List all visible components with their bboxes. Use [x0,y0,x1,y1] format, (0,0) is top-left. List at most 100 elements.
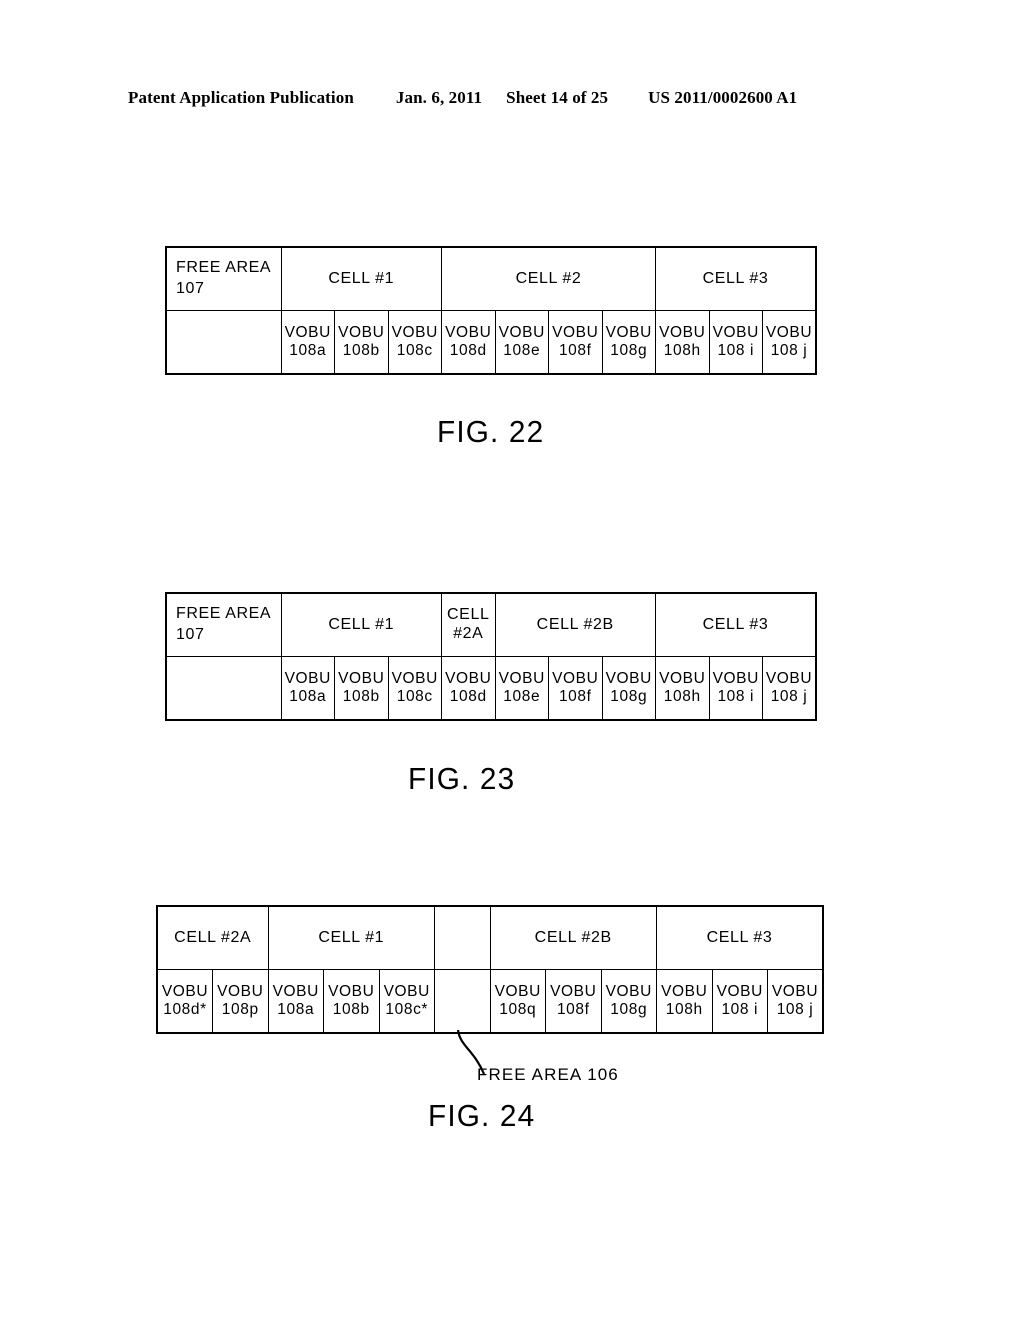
vobu-cell-108c: VOBU108c* [378,969,435,1034]
figure-22-caption: FIG. 22 [437,414,545,449]
cell-header-cell-3: CELL #3 [656,905,824,970]
header-patent-number: US 2011/0002600 A1 [648,88,798,107]
vobu-cell-108b: VOBU 108b [323,969,380,1034]
figure-22-table: FREE AREA 107 CELL #1 CELL #2 CELL #3 VOBU 108… [165,246,817,375]
vobu-id: 108q [498,1001,538,1020]
vobu-label: VOBU [716,982,763,1000]
free-area-107-body [165,310,282,375]
vobu-id: 108e [502,688,542,707]
vobu-id: 108p [220,1001,260,1020]
vobu-id: 108g [610,342,648,359]
vobu-id: 108h [663,688,701,705]
free-area-107-header: FREE AREA 107 [165,592,282,657]
vobu-label: VOBU [661,982,708,1000]
vobu-id: 108b [342,688,380,705]
vobu-id: 108c* [384,1001,430,1020]
vobu-label: VOBU [391,323,438,341]
vobu-cell-108b: VOBU 108b [334,656,389,721]
header-publication: Patent Application Publication [128,88,354,107]
vobu-label: VOBU [605,323,652,341]
vobu-cell-108h: VOBU 108h [655,656,710,721]
vobu-id: 108f [558,688,592,705]
vobu-id: 108g [610,1001,648,1018]
vobu-label: VOBU [765,323,813,341]
figure-24: CELL #2A CELL #1 CELL #2B CELL #3 VOBU108d* V… [156,905,824,1034]
cell-header-row: CELL #2A CELL #1 CELL #2B CELL #3 [156,905,824,970]
vobu-label: VOBU [605,669,652,687]
vobu-id: 108 i [717,342,755,359]
vobu-cell-108d: VOBU108d [441,656,496,721]
vobu-cell-108a: VOBU 108a [280,656,335,721]
vobu-label: VOBU [712,669,759,687]
vobu-label: VOBU [550,982,597,1000]
vobu-id: 108 j [776,1001,814,1018]
vobu-cell-108i: VOBU 108 i [711,969,768,1034]
vobu-label: VOBU [445,323,492,341]
vobu-id: 108d [448,688,488,707]
figure-24-caption: FIG. 24 [428,1098,536,1133]
vobu-id: 108f [558,342,592,359]
page-header: Patent Application Publication Jan. 6, 2… [128,88,896,108]
vobu-label: VOBU [765,669,813,687]
vobu-id: 108d* [162,1001,208,1020]
vobu-cell-108c: VOBU108c [387,310,442,375]
vobu-label: VOBU [328,982,375,1000]
vobu-cell-108a: VOBU 108a [267,969,324,1034]
vobu-label: VOBU [284,669,331,687]
header-sheet: Sheet 14 of 25 [506,88,609,107]
header-date: Jan. 6, 2011 [395,88,483,107]
vobu-id: 108 i [721,1001,759,1018]
vobu-cell-108p: VOBU108p [212,969,269,1034]
cell-header-cell-3: CELL #3 [655,246,817,311]
vobu-label: VOBU [552,323,599,341]
vobu-id: 108a [289,342,327,359]
vobu-label: VOBU [498,323,545,341]
vobu-cell-108g: VOBU 108g [601,656,656,721]
vobu-id: 108c [395,688,434,707]
vobu-label: VOBU [497,669,546,688]
vobu-label: VOBU [390,669,439,688]
cell-header-row: FREE AREA 107 CELL #1 CELL #2A CELL #2B CELL #… [165,592,817,657]
vobu-cell-108j: VOBU 108 j [767,969,824,1034]
vobu-row: VOBU108aVOBU108bVOBU108cVOBU108dVOBU108e… [165,310,817,375]
vobu-id: 108d [449,342,487,359]
cell-header-line: #2A [453,625,484,642]
vobu-id: 108b [342,342,380,359]
vobu-id: 108f [556,1001,590,1018]
vobu-id: 108h [665,1001,703,1018]
figure-23: FREE AREA 107 CELL #1 CELL #2A CELL #2B CELL #… [165,592,817,721]
vobu-label: VOBU [771,982,819,1000]
cell-header-cell-2a: CELL #2A [441,592,496,657]
vobu-cell-108f: VOBU 108f [548,310,603,375]
vobu-cell-108q: VOBU108q [489,969,546,1034]
vobu-label: VOBU [216,982,265,1001]
vobu-id: 108c [396,342,433,359]
vobu-label: VOBU [272,982,319,1000]
vobu-label: VOBU [284,323,331,341]
vobu-id: 108 i [717,688,755,705]
vobu-row: VOBU108aVOBU108bVOBU108cVOBU108dVOBU108e… [165,656,817,721]
vobu-id: 108g [610,688,648,705]
vobu-cell-108g: VOBU 108g [601,310,656,375]
free-area-107-header: FREE AREA 107 [165,246,282,311]
free-area-107-line2: 107 [176,626,205,643]
vobu-id: 108h [663,342,701,359]
free-area-107-line1: FREE AREA [176,605,272,623]
figure-23-table: FREE AREA 107 CELL #1 CELL #2A CELL #2B CELL #… [165,592,817,721]
vobu-cell-108g: VOBU 108g [600,969,657,1034]
figure-23-caption: FIG. 23 [408,761,516,796]
vobu-label: VOBU [493,982,542,1001]
vobu-cell-108a: VOBU 108a [280,310,335,375]
vobu-label: VOBU [712,323,759,341]
vobu-cell-108e: VOBU108e [494,656,549,721]
cell-header-cell-1: CELL #1 [280,592,442,657]
vobu-label: VOBU [338,669,385,687]
free-area-107-body [165,656,282,721]
vobu-row: VOBU108d* VOBU108p VOBU 108a VOBU 108b VOBU108… [156,969,824,1034]
vobu-cell-108i: VOBU 108 i [708,310,763,375]
vobu-cell-108j: VOBU 108 j [762,310,817,375]
free-area-107-line1: FREE AREA [176,259,272,277]
figure-24-table: CELL #2A CELL #1 CELL #2B CELL #3 VOBU108d* V… [156,905,824,1034]
free-area-106-label: FREE AREA 106 [477,1065,619,1084]
vobu-cell-108c: VOBU108c [387,656,442,721]
